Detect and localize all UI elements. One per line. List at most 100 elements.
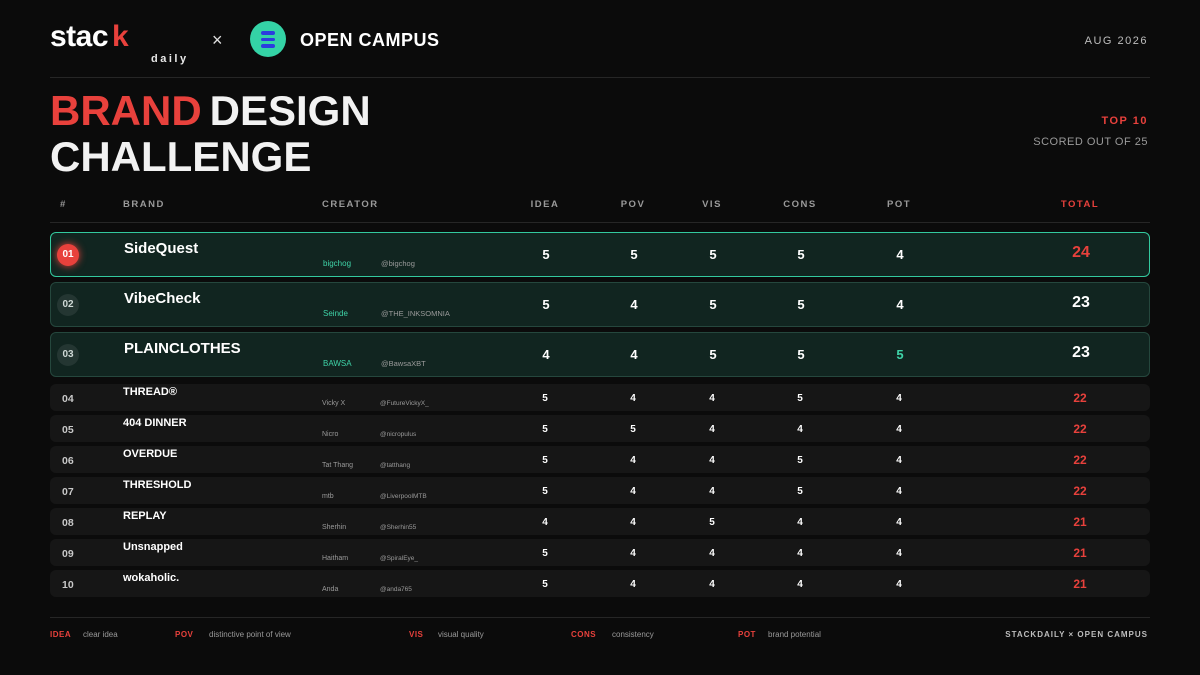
table-header-divider	[50, 222, 1150, 223]
legend-idea-abbr: IDEA	[50, 630, 72, 639]
vis-score: 4	[709, 393, 715, 404]
cons-score: 4	[797, 579, 803, 590]
title-brand-word: BRAND	[50, 87, 202, 134]
rank-number: 05	[62, 424, 74, 436]
creator-name: Nicro	[322, 431, 339, 438]
col-pot-header: POT	[886, 199, 912, 210]
creator-handle: @BawsaXBT	[381, 359, 426, 368]
rank-number: 10	[62, 579, 74, 591]
brand-name: THREAD®	[123, 386, 177, 398]
creator-name: Tat Thang	[322, 462, 354, 469]
total-score: 22	[1073, 484, 1087, 498]
table-header: # BRAND CREATOR IDEA POV VIS CONS POT TO…	[50, 196, 1150, 212]
pov-score: 4	[630, 347, 638, 362]
logo-k-text: k	[112, 20, 129, 53]
table-row: 08 REPLAY Sherhin @Sherhin55 4 4 5 4 4 2…	[50, 508, 1150, 535]
creator-handle: @bigchog	[381, 259, 415, 268]
brand-name: 404 DINNER	[123, 417, 187, 429]
stackdaily-logo: stac k	[50, 20, 129, 54]
legend-vis-desc: visual quality	[438, 630, 484, 639]
collab-times-sign: ×	[212, 30, 223, 50]
legend-pov-desc: distinctive point of view	[209, 630, 291, 639]
table-row: 01 SideQuest bigchog @bigchog 5 5 5 5 4 …	[50, 232, 1150, 277]
col-cons-header: CONS	[783, 199, 817, 210]
total-score: 22	[1073, 391, 1087, 405]
vis-score: 4	[709, 424, 715, 435]
idea-score: 5	[542, 297, 550, 312]
rank-badge: 03	[57, 344, 79, 366]
rank-number: 06	[62, 455, 74, 467]
pov-score: 4	[630, 393, 636, 404]
table-row: 02 VibeCheck Seinde @THE_INKSOMNIA 5 4 5…	[50, 282, 1150, 327]
creator-name: BAWSA	[323, 359, 352, 368]
creator-handle: @nicropulus	[380, 431, 417, 438]
legend-cons-desc: consistency	[612, 630, 654, 639]
footer-divider	[50, 617, 1150, 618]
brand-name: OVERDUE	[123, 448, 178, 460]
pov-score: 4	[630, 517, 636, 528]
scored-out-of-label: SCORED OUT OF 25	[1033, 136, 1148, 148]
total-score: 21	[1073, 546, 1087, 560]
idea-score: 4	[542, 347, 550, 362]
brand-name: REPLAY	[123, 510, 167, 522]
pov-score: 5	[630, 247, 638, 262]
creator-handle: @Sherhin55	[380, 524, 417, 531]
total-score: 21	[1073, 577, 1087, 591]
col-pov-header: POV	[620, 199, 646, 210]
pot-score: 4	[896, 455, 902, 466]
creator-name: Sherhin	[322, 524, 347, 531]
idea-score: 5	[542, 247, 550, 262]
legend-pot-desc: brand potential	[768, 630, 821, 639]
rank-number: 09	[62, 548, 74, 560]
pot-score: 4	[896, 247, 904, 262]
legend-pov-abbr: POV	[175, 630, 194, 639]
creator-handle: @tatthang	[380, 462, 411, 469]
idea-score: 5	[542, 548, 548, 559]
idea-score: 4	[542, 517, 548, 528]
pov-score: 4	[630, 579, 636, 590]
legend-idea-desc: clear idea	[83, 630, 118, 639]
creator-handle: @FutureVickyX_	[380, 400, 429, 407]
date-label: AUG 2026	[1084, 35, 1148, 47]
creator-handle: @LiverpoolMTB	[380, 493, 427, 500]
creator-name: Haitham	[322, 555, 349, 562]
logo-daily-text: daily	[151, 53, 189, 65]
creator-name: Seinde	[323, 309, 348, 318]
col-vis-header: VIS	[702, 199, 722, 210]
vis-score: 5	[709, 297, 717, 312]
creator-name: bigchog	[323, 259, 352, 268]
vis-score: 5	[709, 247, 717, 262]
brand-name: wokaholic.	[123, 572, 180, 584]
cons-score: 5	[797, 455, 803, 466]
pov-score: 4	[630, 548, 636, 559]
total-score: 22	[1073, 453, 1087, 467]
cons-score: 4	[797, 424, 803, 435]
page-title: BRAND DESIGN CHALLENGE	[50, 88, 371, 180]
idea-score: 5	[542, 579, 548, 590]
brand-name: VibeCheck	[124, 290, 201, 307]
pov-score: 4	[630, 486, 636, 497]
vis-score: 4	[709, 579, 715, 590]
pot-score: 4	[896, 517, 902, 528]
creator-name: mtb	[322, 493, 334, 500]
pot-score: 4	[896, 393, 902, 404]
title-design-word: DESIGN	[209, 87, 371, 134]
rank-number: 08	[62, 517, 74, 529]
cons-score: 5	[797, 486, 803, 497]
header: stac k daily × OPEN CAMPUS AUG 2026	[50, 16, 1150, 66]
creator-handle: @THE_INKSOMNIA	[381, 309, 450, 318]
cons-score: 4	[797, 548, 803, 559]
col-brand-header: BRAND	[123, 199, 165, 210]
cons-score: 5	[797, 393, 803, 404]
pot-score: 4	[896, 424, 902, 435]
brand-name: THRESHOLD	[123, 479, 192, 491]
col-idea-header: IDEA	[530, 199, 560, 210]
total-score: 22	[1073, 422, 1087, 436]
open-campus-logo-icon	[250, 21, 286, 57]
idea-score: 5	[542, 393, 548, 404]
col-creator-header: CREATOR	[322, 199, 379, 210]
logo-main-text: stac	[50, 20, 109, 53]
brand-name: SideQuest	[124, 240, 199, 257]
title-challenge-word: CHALLENGE	[50, 133, 312, 180]
creator-name: Vicky X	[322, 400, 346, 407]
